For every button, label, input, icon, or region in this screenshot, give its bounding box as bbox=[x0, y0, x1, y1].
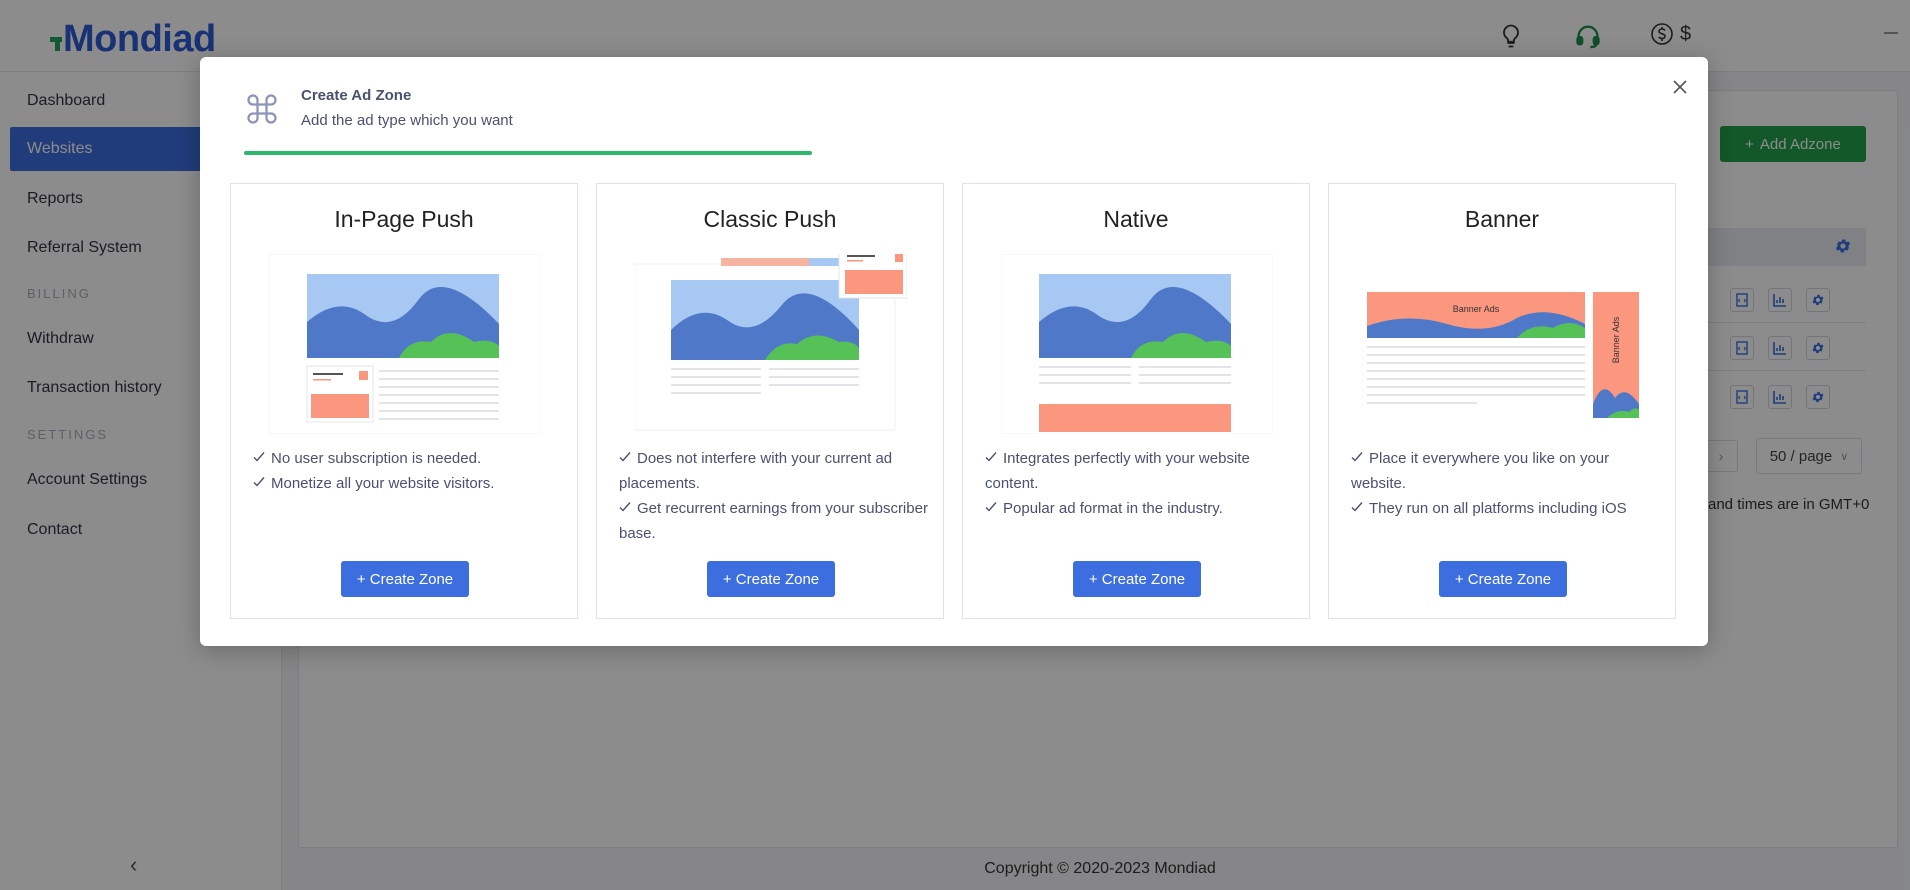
list-item: They run on all platforms including iOS bbox=[1351, 496, 1661, 521]
list-item: Place it everywhere you like on your web… bbox=[1351, 446, 1661, 496]
feature-text: Integrates perfectly with your website c… bbox=[985, 450, 1250, 492]
create-zone-button-banner[interactable]: + Create Zone bbox=[1439, 561, 1567, 597]
check-icon bbox=[253, 477, 265, 487]
command-icon bbox=[247, 94, 277, 124]
card-native: Native Integrates perfectly with your we… bbox=[962, 183, 1310, 619]
check-icon bbox=[1351, 452, 1363, 462]
card-title: In-Page Push bbox=[334, 206, 474, 232]
list-item: No user subscription is needed. bbox=[253, 446, 563, 471]
banner-ads-text: Banner Ads bbox=[1453, 304, 1500, 314]
list-item: Integrates perfectly with your website c… bbox=[985, 446, 1295, 496]
create-zone-button-in-page-push[interactable]: + Create Zone bbox=[341, 561, 469, 597]
modal-subtitle: Add the ad type which you want bbox=[301, 112, 513, 129]
create-zone-button-classic-push[interactable]: + Create Zone bbox=[707, 561, 835, 597]
feature-list: No user subscription is needed. Monetize… bbox=[253, 446, 563, 496]
native-illustration bbox=[1001, 254, 1273, 434]
card-banner: Banner Banner Ads Banner Ads Place it ev… bbox=[1328, 183, 1676, 619]
card-title: Native bbox=[1103, 206, 1169, 232]
card-classic-push: Classic Push Does not interfere with you… bbox=[596, 183, 944, 619]
feature-text: Monetize all your website visitors. bbox=[271, 475, 495, 492]
card-in-page-push: In-Page Push No user subscription is nee… bbox=[230, 183, 578, 619]
feature-list: Place it everywhere you like on your web… bbox=[1351, 446, 1661, 521]
feature-text: Does not interfere with your current ad … bbox=[619, 450, 893, 492]
create-zone-button-native[interactable]: + Create Zone bbox=[1073, 561, 1201, 597]
list-item: Does not interfere with your current ad … bbox=[619, 446, 929, 496]
check-icon bbox=[985, 502, 997, 512]
create-ad-zone-modal: Create Ad Zone Add the ad type which you… bbox=[200, 57, 1708, 646]
feature-text: They run on all platforms including iOS bbox=[1369, 500, 1627, 517]
feature-list: Does not interfere with your current ad … bbox=[619, 446, 929, 546]
banner-illustration: Banner Ads Banner Ads bbox=[1367, 292, 1639, 418]
step-progress-fill bbox=[244, 151, 812, 155]
list-item: Get recurrent earnings from your subscri… bbox=[619, 496, 929, 546]
check-icon bbox=[985, 452, 997, 462]
card-title: Banner bbox=[1464, 206, 1540, 232]
check-icon bbox=[619, 452, 631, 462]
feature-text: Get recurrent earnings from your subscri… bbox=[619, 500, 928, 542]
check-icon bbox=[619, 502, 631, 512]
step-progress bbox=[244, 151, 1664, 155]
banner-ads-vertical-text: Banner Ads bbox=[1611, 316, 1621, 363]
classic-push-illustration bbox=[635, 254, 907, 431]
card-title: Classic Push bbox=[703, 206, 837, 232]
close-icon[interactable] bbox=[1668, 75, 1692, 99]
check-icon bbox=[1351, 502, 1363, 512]
list-item: Popular ad format in the industry. bbox=[985, 496, 1295, 521]
feature-text: Popular ad format in the industry. bbox=[1003, 500, 1223, 517]
in-page-push-illustration bbox=[269, 254, 541, 434]
ad-type-cards: In-Page Push No user subscription is nee… bbox=[230, 183, 1678, 619]
check-icon bbox=[253, 452, 265, 462]
modal-title: Create Ad Zone bbox=[301, 87, 412, 104]
list-item: Monetize all your website visitors. bbox=[253, 471, 563, 496]
feature-text: Place it everywhere you like on your web… bbox=[1351, 450, 1610, 492]
feature-list: Integrates perfectly with your website c… bbox=[985, 446, 1295, 521]
feature-text: No user subscription is needed. bbox=[271, 450, 482, 467]
